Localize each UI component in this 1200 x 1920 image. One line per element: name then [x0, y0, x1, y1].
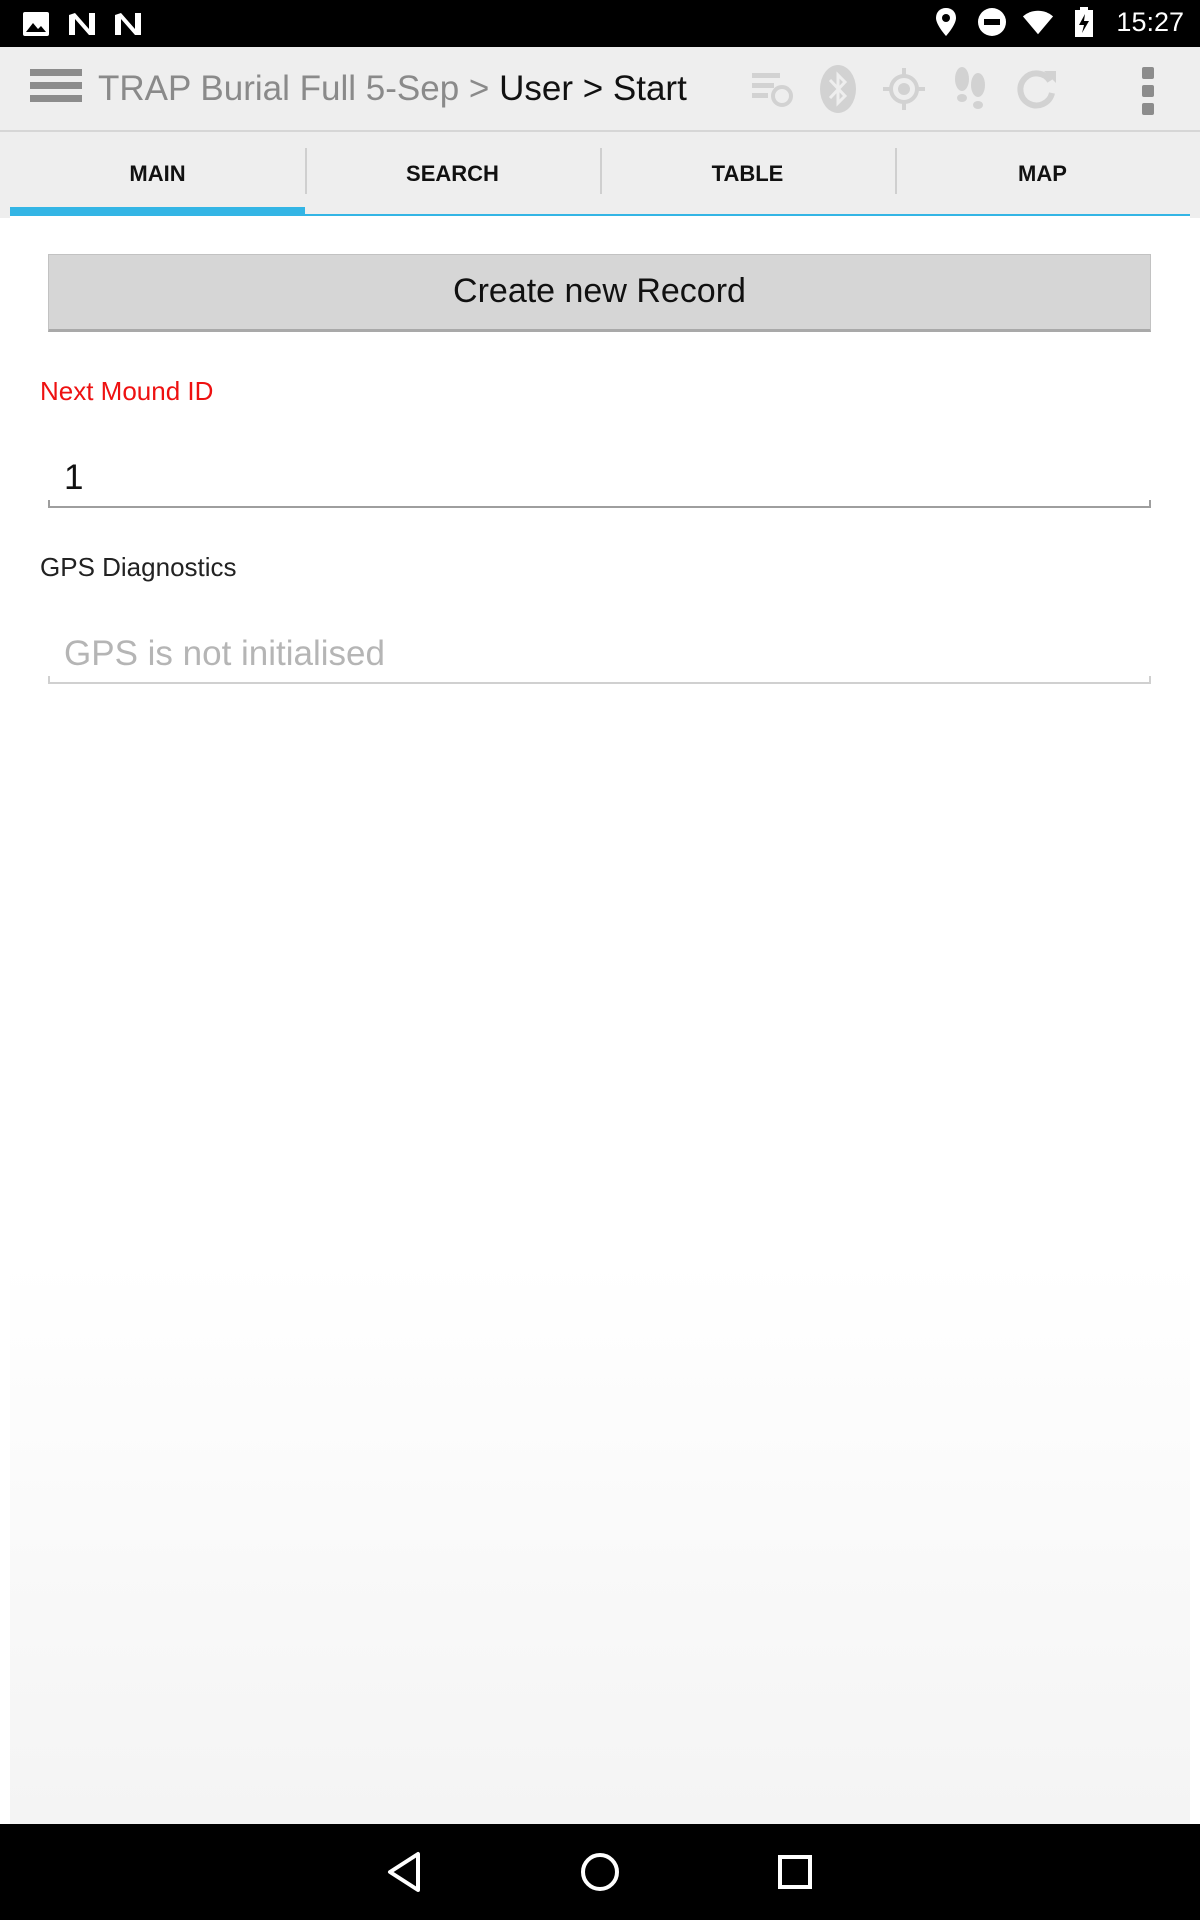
menu-icon[interactable]: [30, 69, 82, 109]
status-right-icons: 15:27: [930, 6, 1184, 38]
action-bar: TRAP Burial Full 5-Sep > User > Start: [0, 47, 1200, 132]
tab-map[interactable]: MAP: [895, 146, 1190, 216]
tab-main[interactable]: MAIN: [10, 146, 305, 216]
clock: 15:27: [1116, 6, 1184, 37]
status-bar: 15:27: [0, 0, 1200, 47]
n-notification-icon: [66, 8, 98, 40]
create-record-button[interactable]: Create new Record: [48, 254, 1151, 332]
n-notification-icon: [112, 8, 144, 40]
footsteps-icon[interactable]: [948, 65, 992, 113]
breadcrumb: TRAP Burial Full 5-Sep > User > Start: [98, 69, 687, 109]
home-icon[interactable]: [572, 1844, 628, 1900]
overflow-menu-icon[interactable]: [1140, 67, 1156, 119]
breadcrumb-path: User > Start: [499, 69, 687, 108]
next-mound-field[interactable]: 1: [48, 448, 1151, 508]
tab-bar: MAIN SEARCH TABLE MAP: [10, 146, 1190, 216]
back-icon[interactable]: [376, 1844, 432, 1900]
battery-charging-icon: [1068, 6, 1100, 38]
gps-diagnostics-label: GPS Diagnostics: [40, 552, 237, 582]
bluetooth-icon[interactable]: [816, 65, 860, 113]
next-mound-label: Next Mound ID: [40, 376, 214, 406]
breadcrumb-project: TRAP Burial Full 5-Sep: [98, 69, 460, 108]
image-icon: [20, 8, 52, 40]
tab-search[interactable]: SEARCH: [305, 146, 600, 216]
sync-list-icon[interactable]: [750, 65, 794, 113]
gps-diagnostics-field[interactable]: GPS is not initialised: [48, 624, 1151, 684]
location-icon: [930, 6, 962, 38]
do-not-disturb-icon: [976, 6, 1008, 38]
tab-table[interactable]: TABLE: [600, 146, 895, 216]
refresh-icon[interactable]: [1014, 65, 1058, 113]
breadcrumb-separator: >: [468, 69, 490, 108]
navigation-bar: [0, 1824, 1200, 1920]
action-icons: [750, 65, 1058, 113]
status-left-icons: [20, 8, 144, 40]
recents-icon[interactable]: [767, 1844, 823, 1900]
gps-target-icon[interactable]: [882, 65, 926, 113]
wifi-icon: [1022, 6, 1054, 38]
